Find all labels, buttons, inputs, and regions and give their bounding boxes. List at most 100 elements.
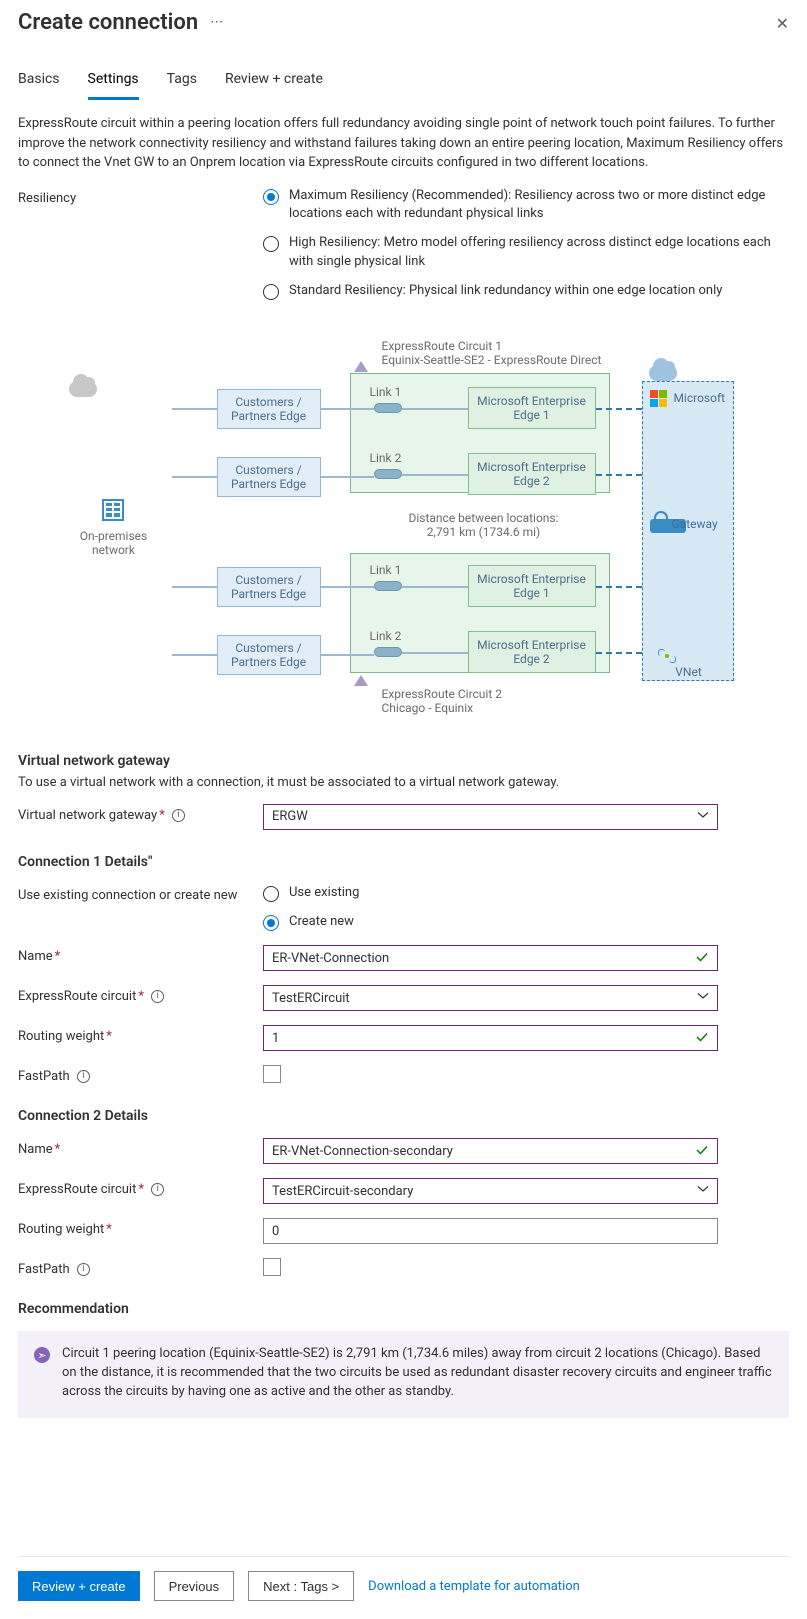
diagram-link-label: Link 1 bbox=[370, 563, 402, 577]
diagram-circuit1-title: ExpressRoute Circuit 1 bbox=[382, 339, 642, 353]
chevron-down-icon bbox=[697, 809, 709, 825]
conn2-name-label: Name bbox=[18, 1142, 53, 1157]
conn1-weight-input[interactable]: 1 bbox=[263, 1025, 718, 1051]
resiliency-option-standard[interactable]: Standard Resiliency: Physical link redun… bbox=[263, 282, 789, 301]
next-button[interactable]: Next : Tags > bbox=[248, 1571, 354, 1601]
required-icon: * bbox=[55, 1142, 61, 1157]
required-icon: * bbox=[159, 808, 165, 823]
radio-icon bbox=[263, 189, 279, 205]
check-icon bbox=[695, 1143, 709, 1161]
info-icon[interactable]: i bbox=[77, 1263, 90, 1276]
conn2-name-value: ER-VNet-Connection-secondary bbox=[272, 1144, 453, 1159]
info-icon[interactable]: i bbox=[172, 809, 185, 822]
conn1-fastpath-label: FastPath bbox=[18, 1069, 70, 1084]
resiliency-option-text: Standard Resiliency: Physical link redun… bbox=[289, 282, 722, 301]
close-icon[interactable]: ✕ bbox=[776, 14, 789, 33]
recommendation-box: ➣ Circuit 1 peering location (Equinix-Se… bbox=[18, 1331, 789, 1418]
vnet-icon bbox=[658, 649, 676, 663]
diagram-cpe-box: Customers / Partners Edge bbox=[217, 635, 321, 675]
conn2-circuit-label: ExpressRoute circuit bbox=[18, 1182, 136, 1197]
link-pill-icon bbox=[374, 581, 402, 591]
conn1-circuit-value: TestERCircuit bbox=[272, 991, 350, 1006]
conn1-option-text: Create new bbox=[289, 913, 354, 932]
diagram-distance-line1: Distance between locations: bbox=[384, 511, 584, 525]
intro-text: ExpressRoute circuit within a peering lo… bbox=[18, 114, 789, 173]
required-icon: * bbox=[55, 949, 61, 964]
diagram-cpe-box: Customers / Partners Edge bbox=[217, 389, 321, 429]
radio-icon bbox=[263, 915, 279, 931]
conn1-circuit-dropdown[interactable]: TestERCircuit bbox=[263, 985, 718, 1011]
diagram-mee-box: Microsoft Enterprise Edge 2 bbox=[468, 631, 596, 673]
required-icon: * bbox=[106, 1029, 112, 1044]
more-actions-icon[interactable]: ⋯ bbox=[210, 15, 225, 30]
diagram-mee-box: Microsoft Enterprise Edge 2 bbox=[468, 453, 596, 495]
check-icon bbox=[695, 950, 709, 968]
tab-review[interactable]: Review + create bbox=[225, 65, 323, 100]
conn1-heading: Connection 1 Details" bbox=[18, 854, 789, 870]
diagram-distance-line2: 2,791 km (1734.6 mi) bbox=[384, 525, 584, 539]
conn2-circuit-value: TestERCircuit-secondary bbox=[272, 1184, 413, 1199]
recommendation-text: Circuit 1 peering location (Equinix-Seat… bbox=[62, 1345, 773, 1402]
diagram-gateway-label: Gateway bbox=[672, 517, 718, 531]
microsoft-logo-icon bbox=[650, 390, 668, 408]
info-icon[interactable]: i bbox=[151, 1183, 164, 1196]
resiliency-option-high[interactable]: High Resiliency: Metro model offering re… bbox=[263, 234, 789, 272]
tab-tags[interactable]: Tags bbox=[167, 65, 197, 100]
conn1-existing-label: Use existing connection or create new bbox=[18, 884, 263, 903]
vng-label: Virtual network gateway bbox=[18, 808, 157, 823]
conn1-option-text: Use existing bbox=[289, 884, 359, 903]
page-title: Create connection bbox=[18, 10, 198, 35]
diagram-microsoft-label: Microsoft bbox=[673, 391, 725, 405]
conn1-weight-value: 1 bbox=[272, 1031, 279, 1046]
required-icon: * bbox=[138, 989, 144, 1004]
triangle-icon bbox=[354, 361, 368, 372]
radio-icon bbox=[263, 284, 279, 300]
previous-button[interactable]: Previous bbox=[154, 1571, 235, 1601]
link-pill-icon bbox=[374, 403, 402, 413]
diagram-circuit1-sub: Equinix-Seattle-SE2 - ExpressRoute Direc… bbox=[382, 353, 642, 367]
download-template-link[interactable]: Download a template for automation bbox=[368, 1579, 580, 1594]
conn2-heading: Connection 2 Details bbox=[18, 1108, 789, 1124]
conn2-weight-label: Routing weight bbox=[18, 1222, 104, 1237]
diagram-mee-box: Microsoft Enterprise Edge 1 bbox=[468, 387, 596, 429]
resiliency-option-maximum[interactable]: Maximum Resiliency (Recommended): Resili… bbox=[263, 187, 789, 225]
conn2-fastpath-label: FastPath bbox=[18, 1262, 70, 1277]
diagram-link-label: Link 2 bbox=[370, 451, 402, 465]
resiliency-label: Resiliency bbox=[18, 187, 263, 206]
required-icon: * bbox=[138, 1182, 144, 1197]
tab-basics[interactable]: Basics bbox=[18, 65, 60, 100]
compass-icon: ➣ bbox=[34, 1347, 50, 1363]
resiliency-option-text: Maximum Resiliency (Recommended): Resili… bbox=[289, 187, 789, 225]
tab-settings[interactable]: Settings bbox=[88, 65, 139, 100]
reco-heading: Recommendation bbox=[18, 1301, 789, 1317]
conn1-name-input[interactable]: ER-VNet-Connection bbox=[263, 945, 718, 971]
review-create-button[interactable]: Review + create bbox=[18, 1571, 140, 1601]
triangle-icon bbox=[354, 675, 368, 686]
diagram-cpe-box: Customers / Partners Edge bbox=[217, 457, 321, 497]
link-pill-icon bbox=[374, 469, 402, 479]
conn2-weight-input[interactable]: 0 bbox=[263, 1218, 718, 1244]
lock-icon bbox=[650, 511, 672, 533]
required-icon: * bbox=[106, 1222, 112, 1237]
conn2-fastpath-checkbox[interactable] bbox=[263, 1258, 281, 1276]
conn1-fastpath-checkbox[interactable] bbox=[263, 1065, 281, 1083]
check-icon bbox=[695, 1030, 709, 1048]
diagram-mee-box: Microsoft Enterprise Edge 1 bbox=[468, 565, 596, 607]
vng-dropdown[interactable]: ERGW bbox=[263, 804, 718, 830]
vng-heading: Virtual network gateway bbox=[18, 753, 789, 769]
radio-icon bbox=[263, 886, 279, 902]
diagram-link-label: Link 1 bbox=[370, 385, 402, 399]
tab-bar: Basics Settings Tags Review + create bbox=[0, 65, 807, 100]
info-icon[interactable]: i bbox=[151, 990, 164, 1003]
chevron-down-icon bbox=[697, 1183, 709, 1199]
vng-desc: To use a virtual network with a connecti… bbox=[18, 775, 789, 790]
conn1-option-existing[interactable]: Use existing bbox=[263, 884, 789, 903]
conn2-name-input[interactable]: ER-VNet-Connection-secondary bbox=[263, 1138, 718, 1164]
info-icon[interactable]: i bbox=[77, 1070, 90, 1083]
cloud-icon bbox=[69, 381, 97, 397]
conn1-circuit-label: ExpressRoute circuit bbox=[18, 989, 136, 1004]
diagram-circuit2-sub: Chicago - Equinix bbox=[382, 701, 582, 715]
conn1-option-create[interactable]: Create new bbox=[263, 913, 789, 932]
vng-value: ERGW bbox=[272, 809, 308, 824]
conn2-circuit-dropdown[interactable]: TestERCircuit-secondary bbox=[263, 1178, 718, 1204]
